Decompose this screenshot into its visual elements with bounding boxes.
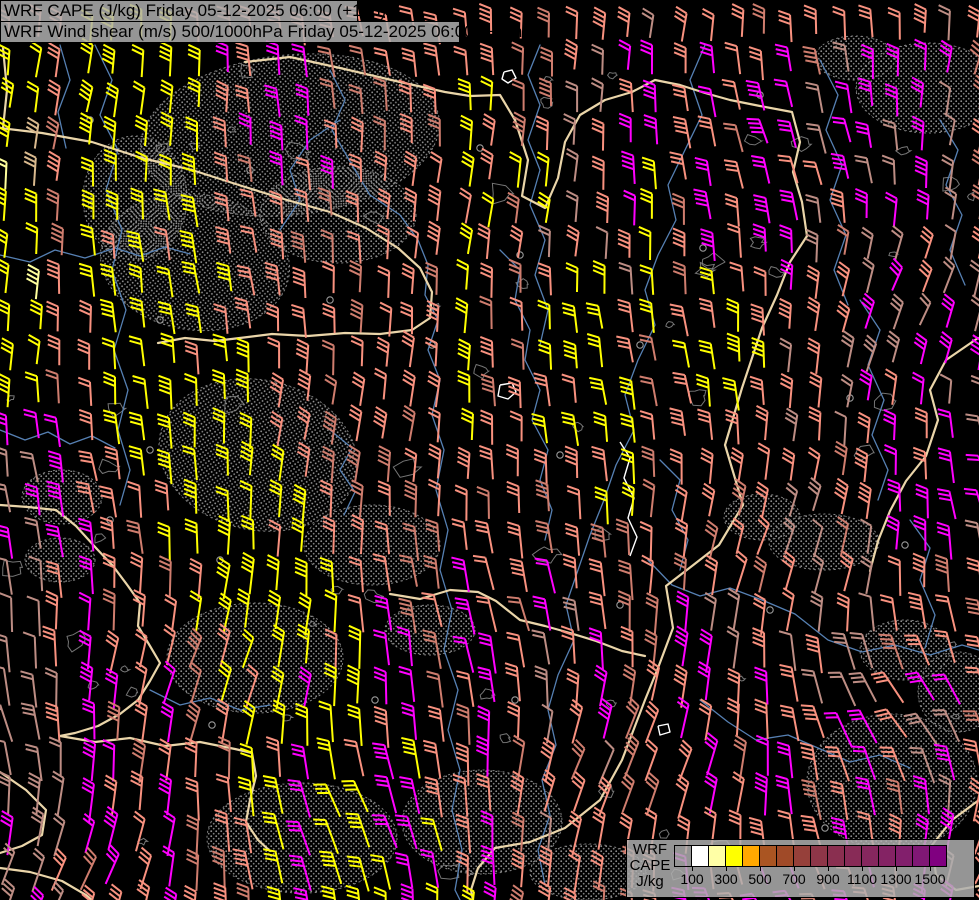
- title-cape-line: WRF CAPE (J/kg) Friday 05-12-2025 06:00 …: [0, 0, 386, 22]
- legend-color-swatch: [793, 845, 811, 867]
- title-shear-text: WRF Wind shear (m/s) 500/1000hPa Friday …: [4, 22, 528, 41]
- legend-color-swatch: [895, 845, 913, 867]
- cape-legend: WRF CAPE J/kg 100 300 500 700 900 1100 1300 150…: [626, 839, 975, 898]
- lake-outline-layer: [497, 69, 671, 736]
- legend-color-swatch: [776, 845, 794, 867]
- legend-color-swatch: [759, 845, 777, 867]
- legend-color-swatch: [810, 845, 828, 867]
- legend-color-swatch: [844, 845, 862, 867]
- legend-caption-model: WRF: [632, 841, 668, 858]
- legend-color-swatch: [708, 845, 726, 867]
- weather-map-canvas: [0, 3, 979, 900]
- legend-caption: WRF CAPE J/kg: [627, 842, 673, 890]
- legend-color-swatch: [742, 845, 760, 867]
- title-shear-line: WRF Wind shear (m/s) 500/1000hPa Friday …: [0, 21, 528, 43]
- legend-colorbar: [674, 845, 947, 867]
- legend-color-swatch: [929, 845, 947, 867]
- legend-caption-parameter: CAPE: [629, 857, 671, 874]
- legend-color-swatch: [827, 845, 845, 867]
- legend-color-swatch: [912, 845, 930, 867]
- legend-color-swatch: [691, 845, 709, 867]
- weather-map-frame: WRF CAPE (J/kg) Friday 05-12-2025 06:00 …: [0, 0, 979, 900]
- legend-color-swatch: [674, 845, 692, 867]
- legend-color-swatch: [725, 845, 743, 867]
- legend-caption-unit: J/kg: [636, 873, 664, 890]
- legend-tick-label: 1500: [914, 871, 946, 887]
- legend-color-swatch: [861, 845, 879, 867]
- legend-color-swatch: [878, 845, 896, 867]
- title-cape-text: WRF CAPE (J/kg) Friday 05-12-2025 06:00 …: [4, 1, 387, 20]
